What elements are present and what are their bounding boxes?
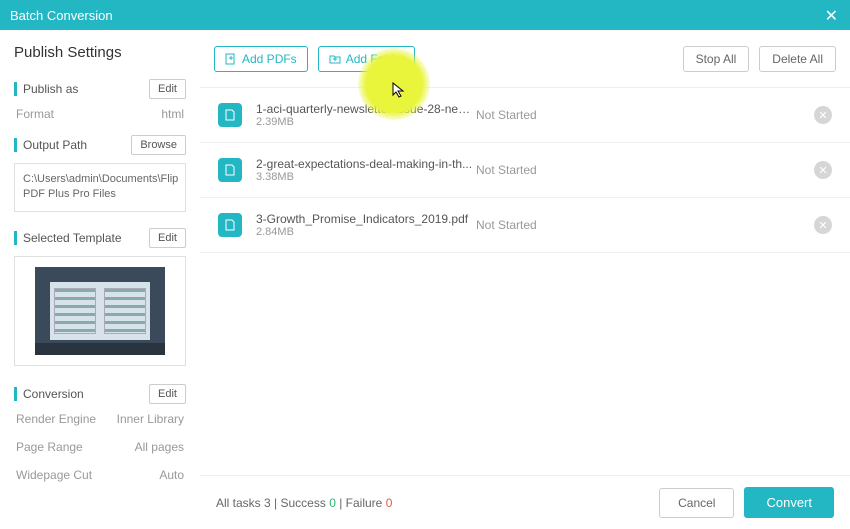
remove-file-button[interactable]: ✕	[814, 216, 832, 234]
title-bar: Batch Conversion ✕	[0, 0, 850, 30]
conversion-row: Page Range All pages	[14, 440, 186, 454]
add-pdfs-button[interactable]: Add PDFs	[214, 46, 308, 72]
template-edit-button[interactable]: Edit	[149, 228, 186, 248]
conversion-edit-button[interactable]: Edit	[149, 384, 186, 404]
render-engine-value: Inner Library	[117, 412, 184, 426]
page-range-value: All pages	[135, 440, 184, 454]
file-status: Not Started	[476, 218, 814, 232]
stop-all-button[interactable]: Stop All	[683, 46, 750, 72]
conversion-row: Widepage Cut Auto	[14, 468, 186, 482]
file-status: Not Started	[476, 108, 814, 122]
file-list: 1-aci-quarterly-newsletter-issue-28-new.…	[200, 88, 850, 475]
output-path-value: C:\Users\admin\Documents\Flip PDF Plus P…	[14, 163, 186, 212]
pdf-icon	[218, 158, 242, 182]
template-thumbnail[interactable]	[14, 256, 186, 366]
conversion-row: Render Engine Inner Library	[14, 412, 186, 426]
file-status: Not Started	[476, 163, 814, 177]
pdf-icon	[218, 103, 242, 127]
add-pdfs-label: Add PDFs	[242, 52, 297, 66]
convert-button[interactable]: Convert	[744, 487, 834, 518]
add-folder-button[interactable]: Add Folder	[318, 46, 416, 72]
format-value: html	[161, 107, 184, 121]
sidebar: Publish Settings Publish as Edit Format …	[0, 30, 200, 529]
publish-as-label: Publish as	[14, 82, 78, 96]
remove-file-button[interactable]: ✕	[814, 161, 832, 179]
folder-plus-icon	[329, 53, 341, 65]
file-name: 3-Growth_Promise_Indicators_2019.pdf	[256, 212, 476, 226]
file-size: 2.84MB	[256, 226, 476, 238]
file-size: 3.38MB	[256, 171, 476, 183]
file-name: 1-aci-quarterly-newsletter-issue-28-new.…	[256, 102, 476, 116]
publish-as-edit-button[interactable]: Edit	[149, 79, 186, 99]
remove-file-button[interactable]: ✕	[814, 106, 832, 124]
format-key: Format	[16, 107, 54, 121]
add-folder-label: Add Folder	[346, 52, 405, 66]
file-row: 3-Growth_Promise_Indicators_2019.pdf 2.8…	[200, 198, 850, 253]
sidebar-heading: Publish Settings	[14, 44, 186, 61]
status-text: All tasks 3 | Success 0 | Failure 0	[216, 496, 392, 510]
file-size: 2.39MB	[256, 116, 476, 128]
render-engine-key: Render Engine	[16, 412, 96, 426]
window-title: Batch Conversion	[10, 8, 113, 23]
delete-all-button[interactable]: Delete All	[759, 46, 836, 72]
file-row: 1-aci-quarterly-newsletter-issue-28-new.…	[200, 88, 850, 143]
output-path-label: Output Path	[14, 138, 87, 152]
cancel-button[interactable]: Cancel	[659, 488, 734, 518]
pdf-icon	[218, 213, 242, 237]
page-range-key: Page Range	[16, 440, 83, 454]
content-area: Add PDFs Add Folder Stop All Delete All …	[200, 30, 850, 529]
file-row: 2-great-expectations-deal-making-in-th..…	[200, 143, 850, 198]
toolbar: Add PDFs Add Folder Stop All Delete All	[200, 30, 850, 88]
widepage-cut-value: Auto	[159, 468, 184, 482]
footer: All tasks 3 | Success 0 | Failure 0 Canc…	[200, 475, 850, 529]
conversion-label: Conversion	[14, 387, 84, 401]
browse-button[interactable]: Browse	[131, 135, 186, 155]
close-icon[interactable]: ✕	[825, 6, 838, 26]
file-name: 2-great-expectations-deal-making-in-th..…	[256, 157, 476, 171]
file-plus-icon	[225, 53, 237, 65]
template-label: Selected Template	[14, 231, 122, 245]
widepage-cut-key: Widepage Cut	[16, 468, 92, 482]
